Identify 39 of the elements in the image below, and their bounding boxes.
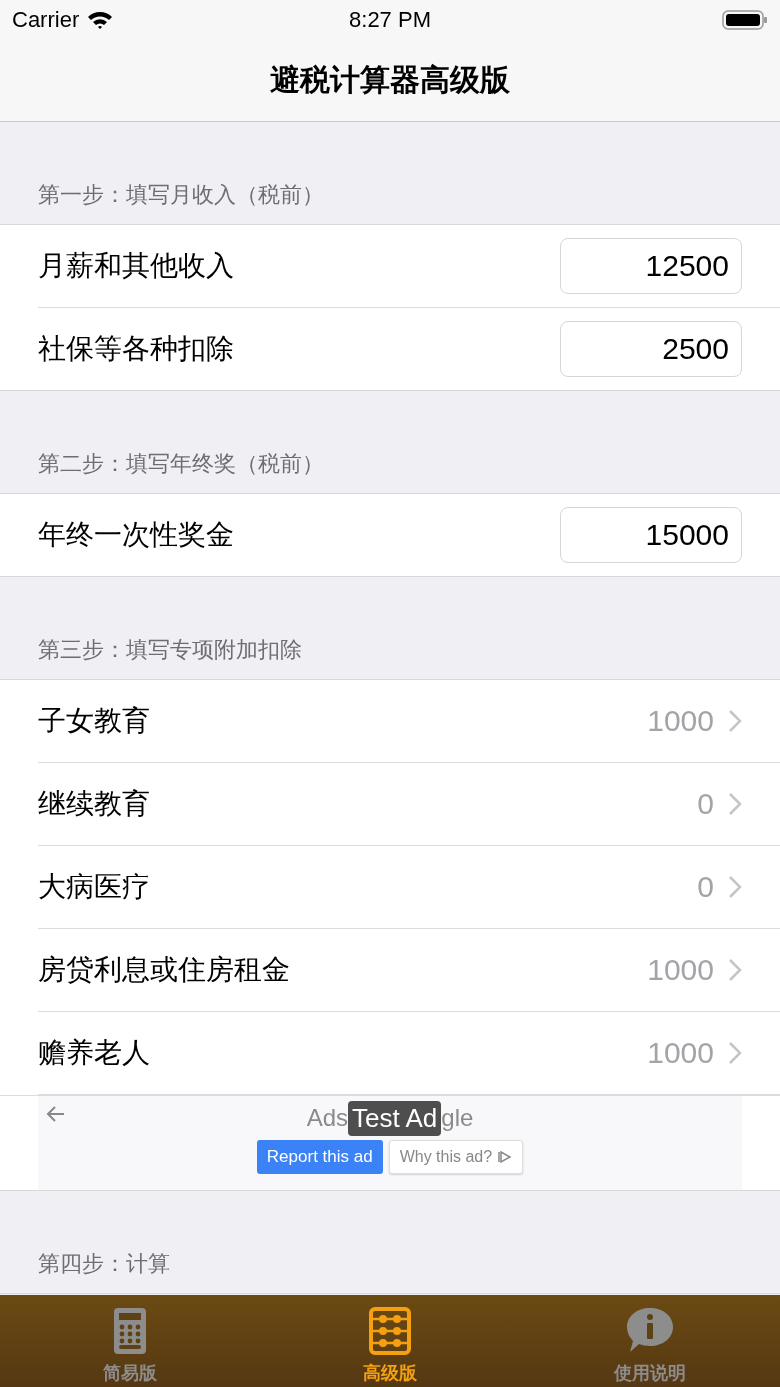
row-label[interactable]: 继续教育: [38, 785, 698, 823]
tab[interactable]: 高级版: [260, 1295, 520, 1387]
wifi-icon: [87, 10, 114, 30]
row-label[interactable]: 大病医疗: [38, 868, 698, 906]
chevron-icon: [728, 958, 742, 982]
test-ad-badge: Test Ad: [348, 1100, 442, 1136]
ad-attribution: Ads: [306, 1104, 348, 1132]
chevron-icon: [728, 1041, 742, 1065]
row-value: 0: [697, 787, 714, 821]
chevron-icon: [728, 709, 742, 733]
row-value: 0: [697, 870, 714, 904]
section-header: 第一步：填写月收入（税前）: [38, 181, 324, 209]
carrier-label: Carrier: [12, 7, 80, 33]
row-label: 年终一次性奖金: [38, 517, 235, 553]
section-header: 第二步：填写年终奖（税前）: [38, 450, 324, 478]
ad-attribution: gle: [441, 1104, 474, 1132]
chevron-icon: [728, 792, 742, 816]
row-value: 1000: [647, 704, 714, 738]
section-header: 第三步：填写专项附加扣除: [38, 636, 302, 664]
row-label: 社保等各种扣除: [38, 331, 235, 367]
input-field[interactable]: 15000: [560, 507, 742, 563]
nav-title: 避税计算器高级版: [270, 61, 510, 99]
row-value: 1000: [647, 953, 714, 987]
back-arrow-icon[interactable]: [46, 1104, 66, 1124]
input-field[interactable]: 12500: [560, 238, 742, 294]
section-header: 第四步：计算: [38, 1250, 170, 1278]
row-label[interactable]: 赡养老人: [38, 1034, 648, 1072]
row-value: 1000: [647, 1036, 714, 1070]
battery-icon: [722, 9, 768, 31]
why-ad-button[interactable]: Why this ad?: [388, 1140, 524, 1174]
info-icon: [625, 1305, 675, 1355]
clock: 8:27 PM: [349, 7, 431, 33]
report-ad-button[interactable]: Report this ad: [256, 1140, 383, 1174]
chevron-icon: [728, 875, 742, 899]
row-label[interactable]: 房贷利息或住房租金: [38, 951, 648, 989]
play-icon: [498, 1150, 513, 1164]
row-label[interactable]: 子女教育: [38, 702, 648, 740]
row-label: 月薪和其他收入: [38, 248, 235, 284]
input-field[interactable]: 2500: [560, 321, 742, 377]
